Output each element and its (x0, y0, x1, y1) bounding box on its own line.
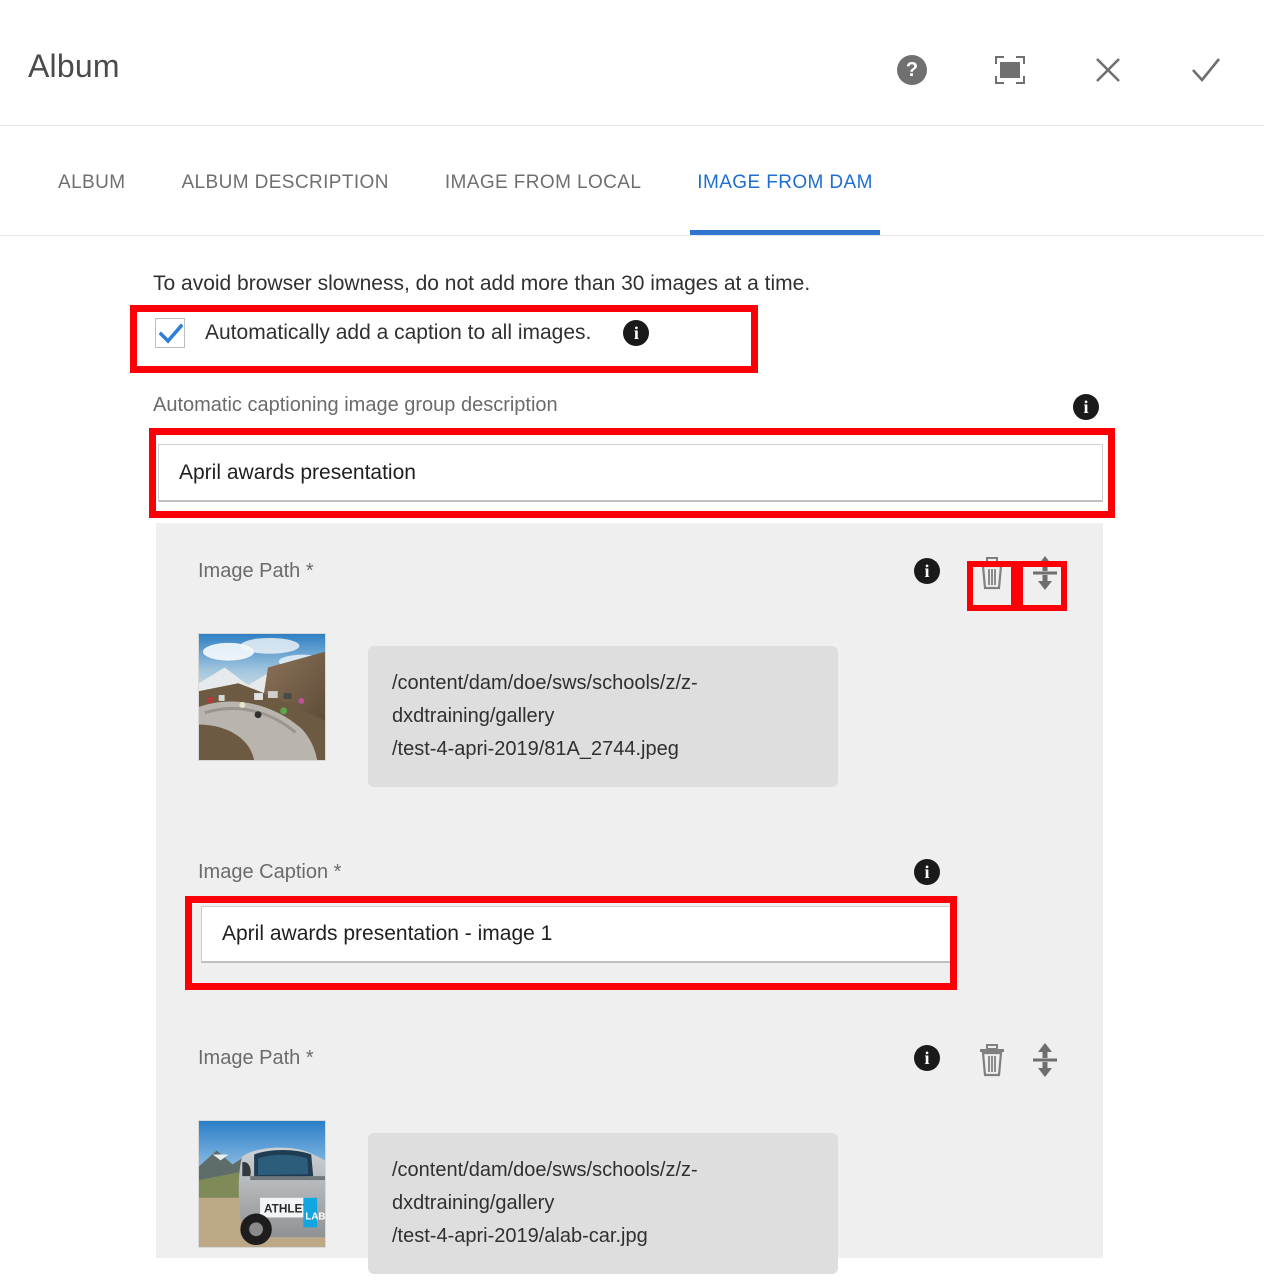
image-path-info-icon-2[interactable]: i (914, 1045, 940, 1071)
image-path-line2-1: /test-4-apri-2019/81A_2744.jpeg (392, 738, 679, 760)
athlete-lab-car-thumbnail: ATHLETE LAB (199, 1121, 325, 1247)
row-actions-1 (977, 555, 1059, 591)
image-path-info-icon-1[interactable]: i (914, 558, 940, 584)
group-description-label: Automatic captioning image group descrip… (153, 394, 558, 416)
move-icon-1[interactable] (1031, 555, 1059, 591)
info-icon[interactable]: i (623, 320, 650, 346)
image-path-label-1: Image Path * (198, 560, 314, 582)
trash-icon-2[interactable] (977, 1043, 1007, 1077)
trash-icon-1[interactable] (977, 556, 1007, 590)
group-description-info-icon[interactable]: i (1073, 394, 1099, 420)
mountain-road-thumbnail (199, 634, 325, 760)
auto-caption-row: Automatically add a caption to all image… (155, 318, 650, 348)
image-items-panel: Image Path * i /content/dam/doe/sws/scho… (156, 523, 1103, 1274)
svg-text:LAB: LAB (305, 1211, 325, 1222)
image-path-value-2: /content/dam/doe/sws/schools/z/z-dxdtrai… (368, 1133, 838, 1274)
image-thumbnail-2[interactable]: ATHLETE LAB (198, 1120, 326, 1248)
image-path-value-1: /content/dam/doe/sws/schools/z/z-dxdtrai… (368, 646, 838, 787)
help-icon: ? (897, 55, 927, 85)
fullscreen-icon (995, 56, 1025, 84)
image-caption-label-1: Image Caption * (198, 861, 342, 883)
image-thumbnail-1[interactable] (198, 633, 326, 761)
album-dialog: Album ? ALBUM ALBUM DESCRIPTION IMAGE FR… (0, 0, 1264, 1280)
tab-image-from-dam[interactable]: IMAGE FROM DAM (669, 127, 901, 235)
check-icon (1190, 55, 1222, 85)
image-caption-input-1[interactable] (201, 906, 951, 963)
help-button[interactable]: ? (894, 52, 930, 88)
page-title: Album (28, 48, 120, 84)
header-actions: ? (894, 52, 1224, 88)
tab-image-from-local[interactable]: IMAGE FROM LOCAL (417, 127, 669, 235)
checkmark-icon (159, 323, 183, 344)
dialog-header: Album ? (0, 0, 1264, 126)
row-actions-2 (977, 1042, 1059, 1078)
close-icon (1093, 55, 1123, 85)
image-path-line2-2: /test-4-apri-2019/alab-car.jpg (392, 1225, 648, 1247)
auto-caption-label: Automatically add a caption to all image… (205, 321, 592, 344)
notice-text: To avoid browser slowness, do not add mo… (153, 272, 811, 295)
tab-bar: ALBUM ALBUM DESCRIPTION IMAGE FROM LOCAL… (0, 127, 1264, 236)
fullscreen-button[interactable] (992, 52, 1028, 88)
tab-album[interactable]: ALBUM (30, 127, 153, 235)
image-path-line1-2: /content/dam/doe/sws/schools/z/z-dxdtrai… (392, 1159, 698, 1214)
close-button[interactable] (1090, 52, 1126, 88)
move-icon-2[interactable] (1031, 1042, 1059, 1078)
group-description-input[interactable] (158, 444, 1103, 502)
done-button[interactable] (1188, 52, 1224, 88)
tab-album-description[interactable]: ALBUM DESCRIPTION (153, 127, 416, 235)
auto-caption-checkbox[interactable] (155, 318, 185, 348)
image-caption-info-icon-1[interactable]: i (914, 859, 940, 885)
image-path-line1-1: /content/dam/doe/sws/schools/z/z-dxdtrai… (392, 672, 698, 727)
image-path-label-2: Image Path * (198, 1047, 314, 1069)
